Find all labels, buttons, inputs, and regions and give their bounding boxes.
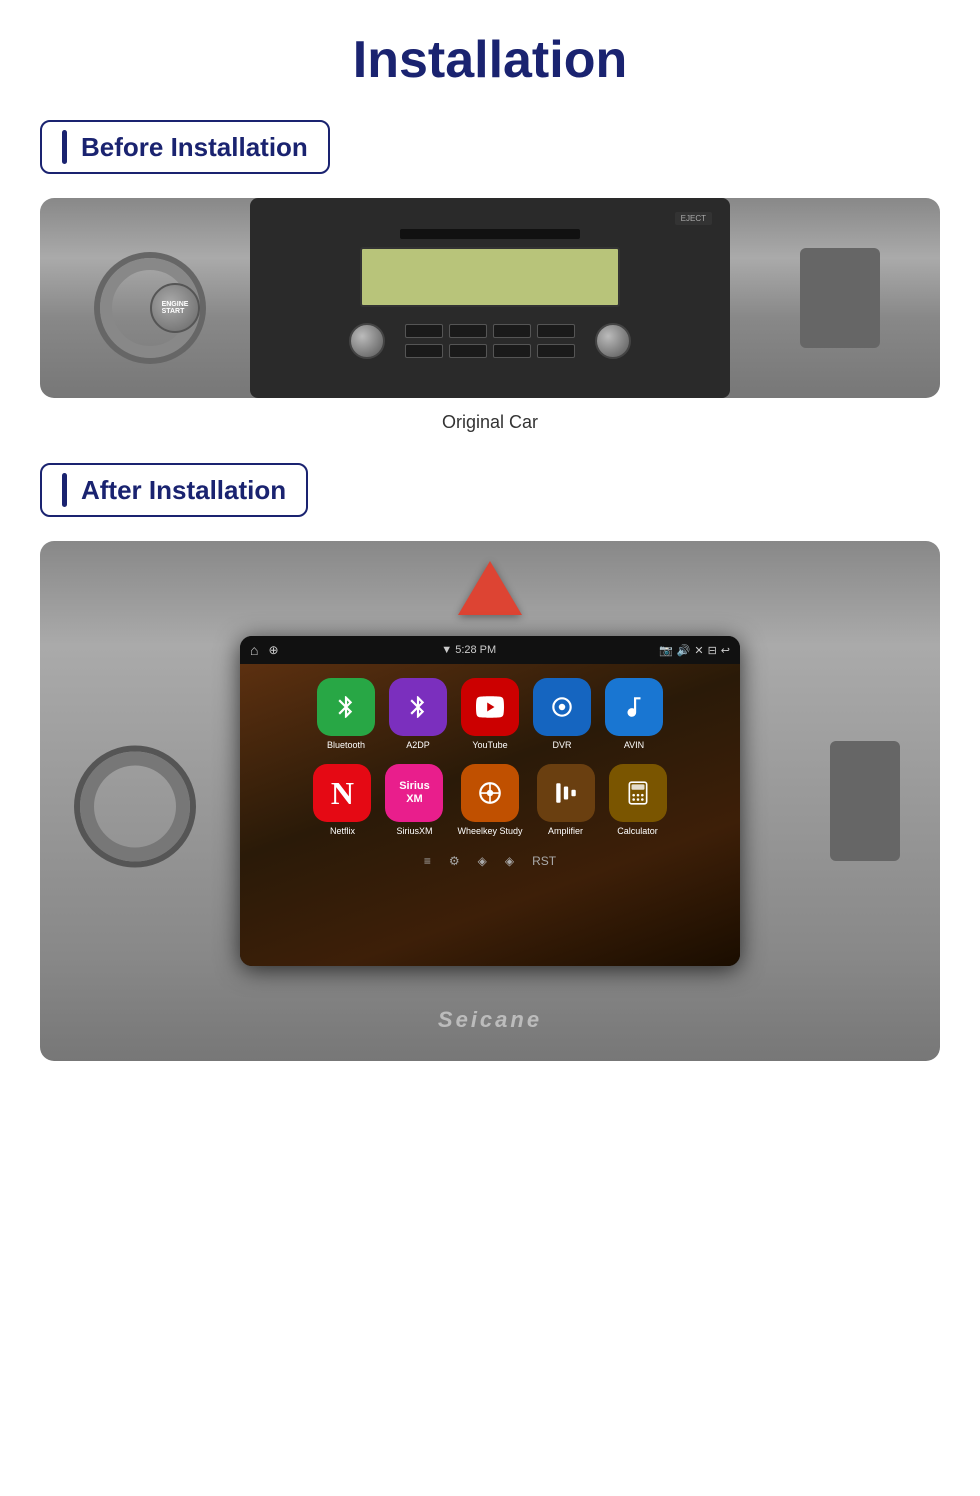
radio-btn-cd	[405, 324, 443, 338]
before-label: Before Installation	[81, 132, 308, 163]
after-dash-background: ⌂ ⊕ ▼ 5:28 PM 📷 🔊 ✕ ⊟ ↩	[40, 541, 940, 1061]
bluetooth-label: Bluetooth	[327, 740, 365, 750]
a2dp-icon	[389, 678, 447, 736]
dvr-label: DVR	[552, 740, 571, 750]
app-calculator[interactable]: Calculator	[609, 764, 667, 836]
wheelkey-icon	[461, 764, 519, 822]
home-icon: ⌂	[250, 642, 258, 658]
after-installation-image: ⌂ ⊕ ▼ 5:28 PM 📷 🔊 ✕ ⊟ ↩	[40, 541, 940, 1061]
volume-icon: 🔊	[677, 644, 691, 657]
before-installation-image: ENGINESTART EJECT	[40, 198, 940, 398]
app-avin[interactable]: AVIN	[605, 678, 663, 750]
radio-btn-as	[537, 344, 575, 358]
radio-display	[360, 247, 620, 307]
right-vent-before	[800, 248, 880, 348]
app-siriusxm[interactable]: SiriusXM SiriusXM	[385, 764, 443, 836]
original-radio-unit: EJECT	[250, 198, 730, 398]
app-youtube[interactable]: YouTube	[461, 678, 519, 750]
netflix-label: Netflix	[330, 826, 355, 836]
page-title: Installation	[40, 30, 940, 90]
radio-btn-mute	[405, 344, 443, 358]
app-wheelkey-study[interactable]: Wheelkey Study	[457, 764, 522, 836]
app-a2dp[interactable]: A2DP	[389, 678, 447, 750]
siriusxm-label: SiriusXM	[396, 826, 432, 836]
avin-label: AVIN	[624, 740, 644, 750]
seicane-brand-label: Seicane	[438, 1007, 542, 1033]
radio-btn-fwd	[493, 324, 531, 338]
after-installation-badge: After Installation	[40, 463, 308, 517]
bottom-btn-3[interactable]: ◈	[478, 854, 487, 868]
back-icon: ↩	[721, 644, 730, 657]
youtube-label: YouTube	[472, 740, 507, 750]
camera-icon: 📷	[659, 644, 673, 657]
a2dp-label: A2DP	[406, 740, 430, 750]
app-row-2: N Netflix SiriusXM SiriusXM Wheelkey Stu…	[313, 764, 666, 836]
app-dvr[interactable]: DVR	[533, 678, 591, 750]
bottom-btn-5[interactable]: RST	[532, 854, 556, 868]
dvr-icon	[533, 678, 591, 736]
radio-btn-back	[449, 324, 487, 338]
netflix-icon: N	[313, 764, 371, 822]
amplifier-icon	[537, 764, 595, 822]
close-icon: ✕	[694, 644, 703, 657]
calculator-label: Calculator	[617, 826, 658, 836]
status-time: ▼ 5:28 PM	[285, 644, 653, 656]
calculator-icon	[609, 764, 667, 822]
siriusxm-icon: SiriusXM	[385, 764, 443, 822]
amplifier-label: Amplifier	[548, 826, 583, 836]
bottom-btn-2[interactable]: ⚙	[449, 854, 460, 868]
after-label: After Installation	[81, 475, 286, 506]
bottom-btn-4[interactable]: ◈	[505, 854, 514, 868]
radio-knob-left	[349, 323, 385, 359]
status-icons: 📷 🔊 ✕ ⊟ ↩	[659, 644, 730, 657]
before-caption: Original Car	[40, 412, 940, 433]
radio-btn-am	[493, 344, 531, 358]
radio-btn-menu	[537, 324, 575, 338]
bottom-btn-1[interactable]: ≡	[424, 854, 431, 868]
app-grid: Bluetooth A2DP YouTube	[240, 664, 740, 966]
before-installation-badge: Before Installation	[40, 120, 330, 174]
after-steering-wheel	[80, 752, 190, 862]
bottom-navigation-bar: ≡ ⚙ ◈ ◈ RST	[424, 854, 556, 868]
app-row-1: Bluetooth A2DP YouTube	[317, 678, 663, 750]
radio-buttons	[349, 323, 631, 359]
bluetooth-icon	[317, 678, 375, 736]
wifi-icon: ⊕	[268, 643, 278, 657]
minimize-icon: ⊟	[708, 644, 717, 657]
warning-triangle-after	[458, 561, 522, 615]
app-bluetooth[interactable]: Bluetooth	[317, 678, 375, 750]
radio-knob-right	[595, 323, 631, 359]
youtube-icon	[461, 678, 519, 736]
radio-slot	[400, 229, 580, 239]
app-netflix[interactable]: N Netflix	[313, 764, 371, 836]
app-amplifier[interactable]: Amplifier	[537, 764, 595, 836]
engine-key: ENGINESTART	[150, 283, 200, 333]
statusbar: ⌂ ⊕ ▼ 5:28 PM 📷 🔊 ✕ ⊟ ↩	[240, 636, 740, 664]
avin-icon	[605, 678, 663, 736]
wheelkey-label: Wheelkey Study	[457, 826, 522, 836]
right-vent-after	[830, 741, 900, 861]
android-head-unit: ⌂ ⊕ ▼ 5:28 PM 📷 🔊 ✕ ⊟ ↩	[240, 636, 740, 966]
radio-btn-fm	[449, 344, 487, 358]
